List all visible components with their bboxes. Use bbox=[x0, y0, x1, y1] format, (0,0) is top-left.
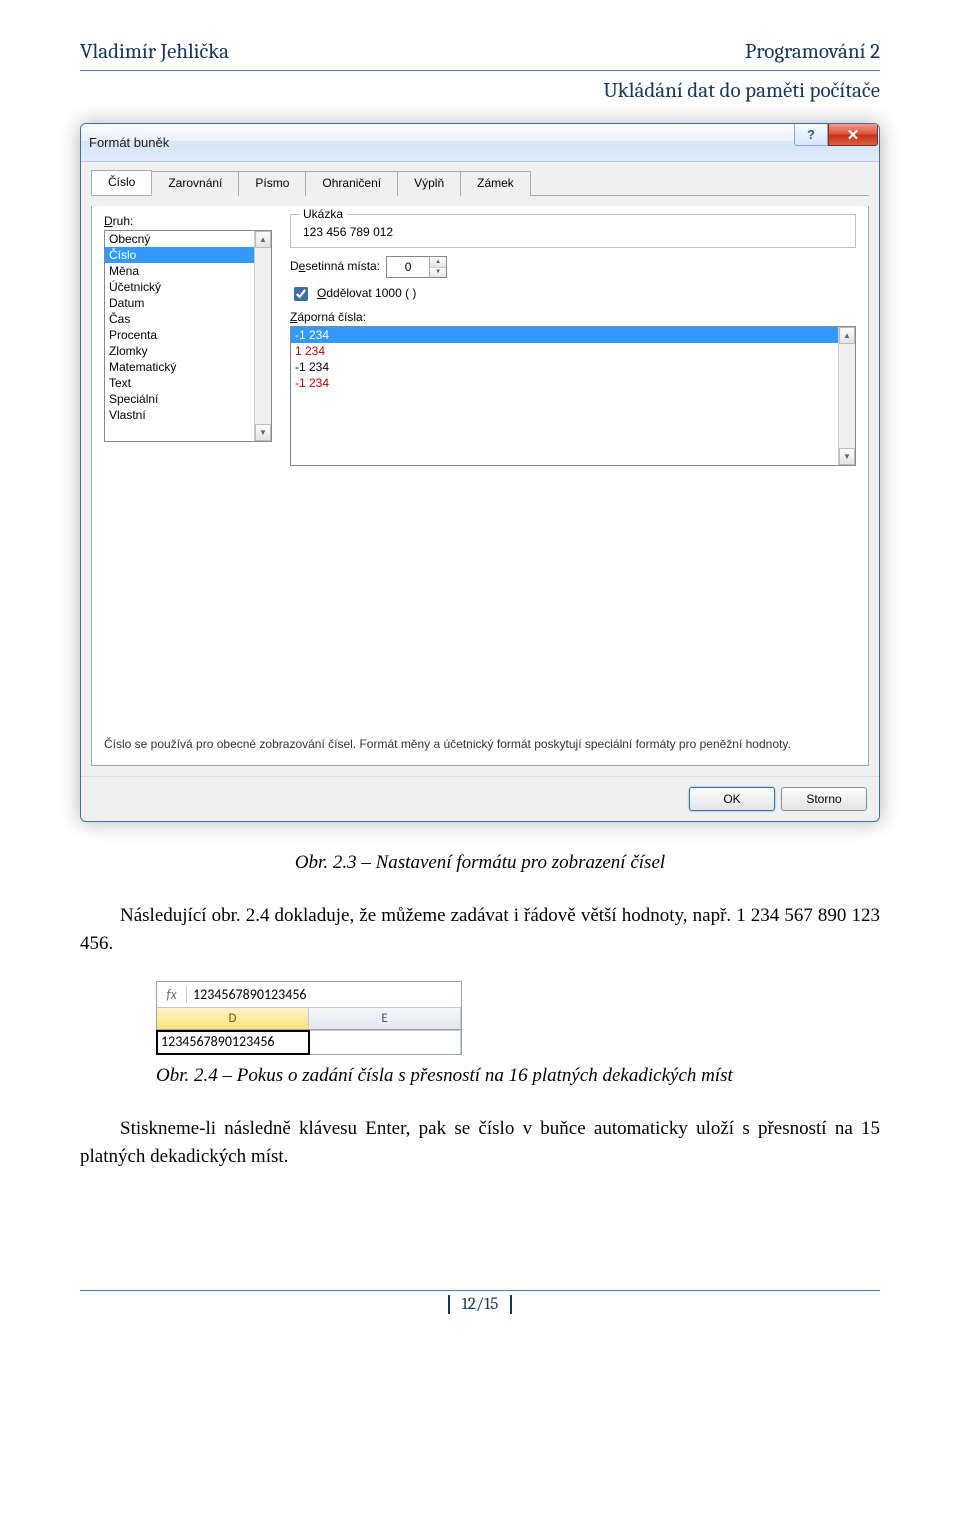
paragraph-2: Stiskneme-li následně klávesu Enter, pak… bbox=[80, 1115, 880, 1170]
figure-caption-2-4: Obr. 2.4 – Pokus o zadání čísla s přesno… bbox=[80, 1065, 880, 1087]
ok-button[interactable]: OK bbox=[689, 787, 775, 811]
column-header-d[interactable]: D bbox=[157, 1008, 309, 1029]
listbox-scrollbar[interactable]: ▲ ▼ bbox=[254, 231, 271, 441]
help-button[interactable]: ? bbox=[794, 124, 828, 146]
list-item[interactable]: Měna bbox=[105, 263, 254, 279]
footer-rule bbox=[80, 1290, 880, 1291]
thousands-separator-checkbox[interactable] bbox=[294, 287, 308, 301]
column-header-e[interactable]: E bbox=[309, 1008, 461, 1029]
header-course: Programování 2 bbox=[745, 40, 880, 64]
tabs: ČísloZarovnáníPísmoOhraničeníVýplňZámek bbox=[91, 170, 869, 196]
close-button[interactable]: ✕ bbox=[828, 124, 878, 146]
tab-výplň[interactable]: Výplň bbox=[397, 171, 461, 196]
list-item[interactable]: 1 234 bbox=[291, 343, 838, 359]
dialog-description: Číslo se používá pro obecné zobrazování … bbox=[104, 736, 856, 753]
list-item[interactable]: Speciální bbox=[105, 391, 254, 407]
negative-listbox[interactable]: -1 2341 234-1 234-1 234 ▲ ▼ bbox=[290, 326, 856, 466]
list-item[interactable]: Datum bbox=[105, 295, 254, 311]
spin-down-icon[interactable]: ▼ bbox=[430, 268, 446, 278]
list-item[interactable]: Účetnický bbox=[105, 279, 254, 295]
column-headers: DE bbox=[157, 1008, 461, 1030]
tab-písmo[interactable]: Písmo bbox=[238, 171, 306, 196]
excel-snippet: fx 1234567890123456 DE 1234567890123456 bbox=[156, 981, 462, 1055]
neg-scrollbar[interactable]: ▲ ▼ bbox=[838, 327, 855, 465]
list-item[interactable]: -1 234 bbox=[291, 359, 838, 375]
header-subtitle: Ukládání dat do paměti počítače bbox=[80, 79, 880, 103]
figure-caption-2-3: Obr. 2.3 – Nastavení formátu pro zobraze… bbox=[80, 852, 880, 874]
sample-legend: Ukázka bbox=[299, 207, 347, 221]
type-label: Druh: bbox=[104, 214, 272, 228]
header-author: Vladimír Jehlička bbox=[80, 40, 229, 64]
scroll-down-icon[interactable]: ▼ bbox=[839, 448, 855, 465]
scroll-down-icon[interactable]: ▼ bbox=[255, 424, 271, 441]
dialog-title: Formát buněk bbox=[89, 135, 169, 150]
list-item[interactable]: Číslo bbox=[105, 247, 254, 263]
list-item[interactable]: -1 234 bbox=[291, 375, 838, 391]
list-item[interactable]: Obecný bbox=[105, 231, 254, 247]
scroll-up-icon[interactable]: ▲ bbox=[255, 231, 271, 248]
sample-group: Ukázka 123 456 789 012 bbox=[290, 214, 856, 248]
cell-d1[interactable]: 1234567890123456 bbox=[157, 1031, 309, 1054]
paragraph-1: Následující obr. 2.4 dokladuje, že můžem… bbox=[80, 902, 880, 957]
fx-icon[interactable]: fx bbox=[157, 986, 187, 1003]
scroll-up-icon[interactable]: ▲ bbox=[839, 327, 855, 344]
list-item[interactable]: Matematický bbox=[105, 359, 254, 375]
tab-číslo[interactable]: Číslo bbox=[91, 170, 152, 195]
cell-e1[interactable] bbox=[309, 1031, 461, 1054]
list-item[interactable]: Čas bbox=[105, 311, 254, 327]
list-item[interactable]: Procenta bbox=[105, 327, 254, 343]
tab-zarovnání[interactable]: Zarovnání bbox=[151, 171, 239, 196]
list-item[interactable]: Text bbox=[105, 375, 254, 391]
tab-ohraničení[interactable]: Ohraničení bbox=[305, 171, 398, 196]
decimals-label: Desetinná místa: bbox=[290, 259, 380, 273]
decimals-spinner[interactable]: ▲ ▼ bbox=[386, 256, 447, 278]
list-item[interactable]: Vlastní bbox=[105, 407, 254, 423]
cancel-button[interactable]: Storno bbox=[781, 787, 867, 811]
decimals-input[interactable] bbox=[387, 257, 429, 277]
page-footer: 12/15 bbox=[80, 1290, 880, 1314]
dialog-titlebar: Formát buněk ? ✕ bbox=[81, 124, 879, 162]
type-listbox[interactable]: ObecnýČísloMěnaÚčetnickýDatumČasProcenta… bbox=[104, 230, 272, 442]
cells-row: 1234567890123456 bbox=[157, 1030, 461, 1054]
header-rule bbox=[80, 70, 880, 71]
formula-bar-value[interactable]: 1234567890123456 bbox=[187, 986, 307, 1003]
sample-value: 123 456 789 012 bbox=[299, 225, 847, 239]
tab-number-panel: Druh: ObecnýČísloMěnaÚčetnickýDatumČasPr… bbox=[91, 206, 869, 766]
list-item[interactable]: Zlomky bbox=[105, 343, 254, 359]
page-number: 12/15 bbox=[80, 1295, 880, 1314]
dialog-footer: OK Storno bbox=[81, 776, 879, 821]
spin-up-icon[interactable]: ▲ bbox=[430, 257, 446, 268]
tab-zámek[interactable]: Zámek bbox=[460, 171, 531, 196]
negative-label: Záporná čísla: bbox=[290, 310, 856, 324]
format-cells-dialog: Formát buněk ? ✕ ČísloZarovnáníPísmoOhra… bbox=[80, 123, 880, 822]
thousands-separator-label: Oddělovat 1000 ( ) bbox=[317, 286, 416, 300]
list-item[interactable]: -1 234 bbox=[291, 327, 838, 343]
